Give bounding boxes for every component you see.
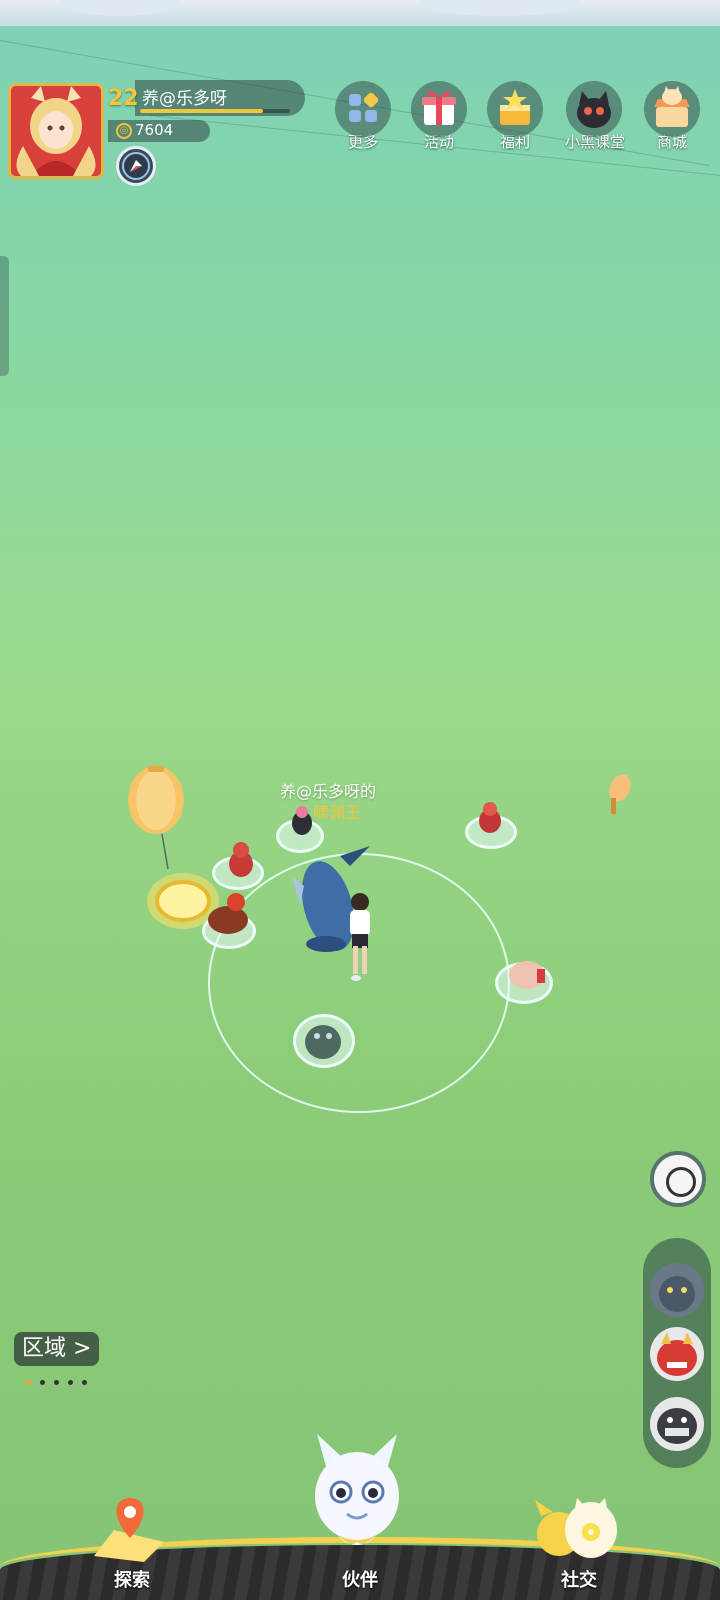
- team-pet-3[interactable]: [649, 1396, 705, 1452]
- pet-orange-wisp[interactable]: [602, 774, 632, 820]
- player-avatar[interactable]: [8, 83, 104, 179]
- friends-icon: [535, 1498, 617, 1558]
- black-cat-icon: [566, 81, 622, 137]
- grid-icon: [335, 81, 391, 137]
- activity-button[interactable]: 活动: [410, 81, 468, 152]
- compass-button[interactable]: [116, 146, 156, 186]
- pet-pink-pig[interactable]: [505, 953, 549, 997]
- coin-icon: ◎: [116, 123, 132, 139]
- welfare-button[interactable]: 福利: [486, 81, 544, 152]
- team-pet-2[interactable]: [649, 1326, 705, 1382]
- lantern-balloon[interactable]: [126, 764, 186, 870]
- shop-button[interactable]: 商城: [643, 81, 701, 152]
- social-tab[interactable]: 社交: [525, 1496, 635, 1596]
- pet-stone-beast[interactable]: [300, 1018, 346, 1066]
- pet-red-dragon[interactable]: [226, 840, 256, 882]
- compass-icon: [122, 152, 150, 180]
- side-drawer-handle[interactable]: [0, 256, 9, 376]
- xp-bar: [140, 109, 290, 113]
- partner-label: 伙伴: [342, 1570, 378, 1591]
- partner-tab[interactable]: 伙伴: [307, 1430, 407, 1595]
- map-pin-icon: [94, 1498, 164, 1562]
- area-button[interactable]: 区域 >: [14, 1332, 100, 1366]
- gift-icon: [411, 81, 467, 137]
- explore-tab[interactable]: 探索: [84, 1494, 176, 1594]
- page-dot: [26, 1380, 31, 1385]
- camera-rotate-button[interactable]: [650, 1151, 706, 1207]
- page-dot: [68, 1380, 73, 1385]
- player-name: 养@乐多呀: [142, 89, 227, 109]
- page-dot: [40, 1380, 45, 1385]
- ghost-cat-icon: [315, 1434, 399, 1545]
- page-indicator: [26, 1370, 96, 1389]
- explore-label: 探索: [114, 1570, 150, 1591]
- coin-value: 7604: [135, 121, 174, 139]
- page-dot: [54, 1380, 59, 1385]
- pet-turtle[interactable]: [204, 890, 252, 942]
- xp-bar-fill: [140, 109, 263, 113]
- page-dot: [82, 1380, 87, 1385]
- black-class-button[interactable]: 小黑课堂: [565, 81, 625, 152]
- team-pet-1[interactable]: [649, 1262, 705, 1318]
- player-level: 22: [108, 86, 139, 111]
- shop-icon: [644, 81, 700, 137]
- pet-name-label: 啸渊王: [313, 803, 362, 822]
- pet-red-imp[interactable]: [476, 800, 504, 838]
- treasure-icon: [487, 81, 543, 137]
- player-character[interactable]: [340, 890, 380, 994]
- social-label: 社交: [561, 1570, 597, 1591]
- more-button[interactable]: 更多: [334, 81, 392, 152]
